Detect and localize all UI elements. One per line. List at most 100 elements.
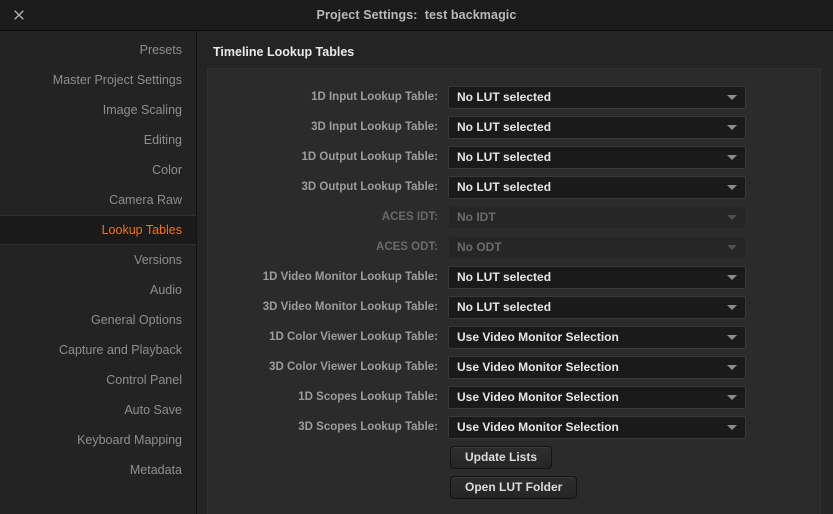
select-1d-color-viewer-lookup-table[interactable]: Use Video Monitor Selection: [448, 326, 746, 349]
select-value: No LUT selected: [449, 90, 551, 104]
select-value: Use Video Monitor Selection: [449, 420, 619, 434]
sidebar-item-color[interactable]: Color: [0, 155, 196, 185]
project-settings-window: Project Settings: test backmagic Presets…: [0, 0, 833, 514]
sidebar-item-capture-and-playback[interactable]: Capture and Playback: [0, 335, 196, 365]
row-aces-odt: ACES ODT:No ODT: [208, 232, 820, 262]
settings-main: Timeline Lookup Tables 1D Input Lookup T…: [197, 31, 833, 514]
chevron-down-icon: [727, 335, 737, 340]
close-icon: [13, 9, 26, 22]
sidebar-item-presets[interactable]: Presets: [0, 35, 196, 65]
chevron-down-icon: [727, 365, 737, 370]
row-1d-video-monitor-lookup-table: 1D Video Monitor Lookup Table:No LUT sel…: [208, 262, 820, 292]
chevron-down-icon: [727, 215, 737, 220]
page-title: Timeline Lookup Tables: [207, 31, 821, 68]
label-3d-output-lookup-table: 3D Output Lookup Table:: [208, 181, 448, 193]
sidebar-item-general-options[interactable]: General Options: [0, 305, 196, 335]
action-buttons: Update Lists Open LUT Folder: [208, 442, 820, 502]
label-1d-output-lookup-table: 1D Output Lookup Table:: [208, 151, 448, 163]
open-lut-folder-button[interactable]: Open LUT Folder: [450, 476, 577, 499]
sidebar-item-image-scaling[interactable]: Image Scaling: [0, 95, 196, 125]
label-3d-video-monitor-lookup-table: 3D Video Monitor Lookup Table:: [208, 301, 448, 313]
lookup-tables-panel: 1D Input Lookup Table:No LUT selected3D …: [207, 68, 821, 514]
select-value: No ODT: [449, 240, 502, 254]
settings-sidebar: Presets Master Project SettingsImage Scal…: [0, 31, 197, 514]
row-1d-input-lookup-table: 1D Input Lookup Table:No LUT selected: [208, 82, 820, 112]
sidebar-item-lookup-tables[interactable]: Lookup Tables: [0, 215, 196, 245]
select-value: No LUT selected: [449, 180, 551, 194]
row-aces-idt: ACES IDT:No IDT: [208, 202, 820, 232]
sidebar-item-label: Color: [152, 163, 182, 177]
close-button[interactable]: [8, 0, 30, 30]
label-aces-idt: ACES IDT:: [208, 211, 448, 223]
select-value: No LUT selected: [449, 300, 551, 314]
label-aces-odt: ACES ODT:: [208, 241, 448, 253]
sidebar-item-label: Capture and Playback: [59, 343, 182, 357]
select-value: Use Video Monitor Selection: [449, 390, 619, 404]
row-1d-output-lookup-table: 1D Output Lookup Table:No LUT selected: [208, 142, 820, 172]
sidebar-item-editing[interactable]: Editing: [0, 125, 196, 155]
sidebar-item-label: Metadata: [130, 463, 182, 477]
row-3d-input-lookup-table: 3D Input Lookup Table:No LUT selected: [208, 112, 820, 142]
select-value: No LUT selected: [449, 120, 551, 134]
select-1d-video-monitor-lookup-table[interactable]: No LUT selected: [448, 266, 746, 289]
sidebar-item-audio[interactable]: Audio: [0, 275, 196, 305]
select-3d-color-viewer-lookup-table[interactable]: Use Video Monitor Selection: [448, 356, 746, 379]
select-3d-output-lookup-table[interactable]: No LUT selected: [448, 176, 746, 199]
row-1d-color-viewer-lookup-table: 1D Color Viewer Lookup Table:Use Video M…: [208, 322, 820, 352]
row-3d-output-lookup-table: 3D Output Lookup Table:No LUT selected: [208, 172, 820, 202]
sidebar-item-label: Versions: [134, 253, 182, 267]
settings-rows: 1D Input Lookup Table:No LUT selected3D …: [208, 82, 820, 442]
sidebar-item-control-panel[interactable]: Control Panel: [0, 365, 196, 395]
sidebar-item-label: Camera Raw: [109, 193, 182, 207]
sidebar-item-label: Presets: [140, 43, 182, 57]
chevron-down-icon: [727, 245, 737, 250]
label-1d-input-lookup-table: 1D Input Lookup Table:: [208, 91, 448, 103]
window-titlebar: Project Settings: test backmagic: [0, 0, 833, 31]
sidebar-item-versions[interactable]: Versions: [0, 245, 196, 275]
row-1d-scopes-lookup-table: 1D Scopes Lookup Table:Use Video Monitor…: [208, 382, 820, 412]
select-1d-output-lookup-table[interactable]: No LUT selected: [448, 146, 746, 169]
sidebar-item-label: Audio: [150, 283, 182, 297]
button-row-update-lists: Update Lists: [208, 442, 820, 472]
select-aces-odt: No ODT: [448, 236, 746, 259]
sidebar-item-label: General Options: [91, 313, 182, 327]
label-1d-video-monitor-lookup-table: 1D Video Monitor Lookup Table:: [208, 271, 448, 283]
select-3d-scopes-lookup-table[interactable]: Use Video Monitor Selection: [448, 416, 746, 439]
sidebar-item-label: Keyboard Mapping: [77, 433, 182, 447]
sidebar-item-label: Control Panel: [106, 373, 182, 387]
chevron-down-icon: [727, 185, 737, 190]
label-1d-color-viewer-lookup-table: 1D Color Viewer Lookup Table:: [208, 331, 448, 343]
select-aces-idt: No IDT: [448, 206, 746, 229]
chevron-down-icon: [727, 425, 737, 430]
select-value: No IDT: [449, 210, 496, 224]
button-row-open-lut-folder: Open LUT Folder: [208, 472, 820, 502]
chevron-down-icon: [727, 395, 737, 400]
label-1d-scopes-lookup-table: 1D Scopes Lookup Table:: [208, 391, 448, 403]
sidebar-item-keyboard-mapping[interactable]: Keyboard Mapping: [0, 425, 196, 455]
sidebar-item-label: Lookup Tables: [102, 223, 182, 237]
chevron-down-icon: [727, 305, 737, 310]
select-3d-input-lookup-table[interactable]: No LUT selected: [448, 116, 746, 139]
select-3d-video-monitor-lookup-table[interactable]: No LUT selected: [448, 296, 746, 319]
select-value: No LUT selected: [449, 270, 551, 284]
window-body: Presets Master Project SettingsImage Scal…: [0, 31, 833, 514]
sidebar-item-camera-raw[interactable]: Camera Raw: [0, 185, 196, 215]
select-1d-scopes-lookup-table[interactable]: Use Video Monitor Selection: [448, 386, 746, 409]
sidebar-item-label: Editing: [144, 133, 182, 147]
chevron-down-icon: [727, 125, 737, 130]
select-value: Use Video Monitor Selection: [449, 330, 619, 344]
chevron-down-icon: [727, 95, 737, 100]
sidebar-item-master-project-settings[interactable]: Master Project Settings: [0, 65, 196, 95]
sidebar-item-metadata[interactable]: Metadata: [0, 455, 196, 485]
chevron-down-icon: [727, 155, 737, 160]
select-value: No LUT selected: [449, 150, 551, 164]
row-3d-scopes-lookup-table: 3D Scopes Lookup Table:Use Video Monitor…: [208, 412, 820, 442]
select-1d-input-lookup-table[interactable]: No LUT selected: [448, 86, 746, 109]
row-3d-color-viewer-lookup-table: 3D Color Viewer Lookup Table:Use Video M…: [208, 352, 820, 382]
sidebar-item-auto-save[interactable]: Auto Save: [0, 395, 196, 425]
label-3d-input-lookup-table: 3D Input Lookup Table:: [208, 121, 448, 133]
label-3d-scopes-lookup-table: 3D Scopes Lookup Table:: [208, 421, 448, 433]
label-3d-color-viewer-lookup-table: 3D Color Viewer Lookup Table:: [208, 361, 448, 373]
window-title: Project Settings: test backmagic: [317, 8, 517, 22]
update-lists-button[interactable]: Update Lists: [450, 446, 552, 469]
